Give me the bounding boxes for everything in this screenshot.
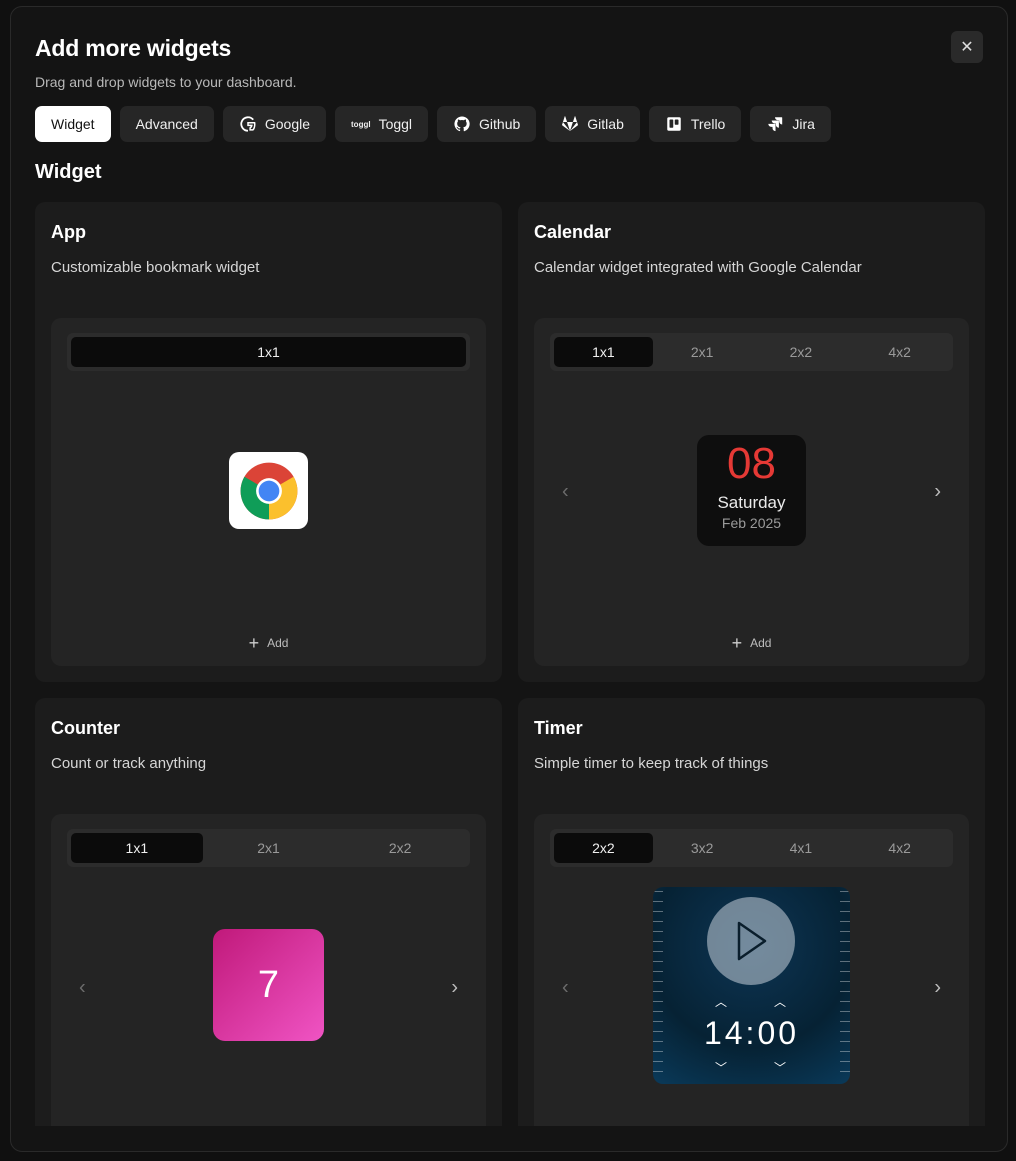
jira-icon: [768, 117, 783, 132]
tab-github[interactable]: Github: [437, 106, 537, 142]
chevron-left-icon[interactable]: ‹: [562, 977, 569, 1000]
size-selector: 1x1: [67, 333, 470, 371]
plus-icon: +: [248, 633, 260, 653]
size-option-1x1[interactable]: 1x1: [554, 337, 653, 367]
widget-grid: App Customizable bookmark widget 1x1 + A…: [35, 202, 985, 1126]
timer-preview: ︿ ︿ 14:00 ﹀ ﹀: [653, 887, 850, 1084]
size-option-2x2[interactable]: 2x2: [752, 337, 851, 367]
play-button[interactable]: [707, 897, 795, 985]
tab-label: Jira: [792, 116, 815, 132]
tab-jira[interactable]: Jira: [750, 106, 831, 142]
tab-advanced[interactable]: Advanced: [119, 106, 214, 142]
chrome-app-icon: [229, 452, 308, 529]
modal-title: Add more widgets: [35, 35, 232, 61]
widget-preview: 1x1 2x1 2x2 ‹ 7 ›: [51, 814, 486, 1126]
size-option-2x2[interactable]: 2x2: [334, 833, 466, 863]
card-description: Simple timer to keep track of things: [534, 755, 769, 772]
tab-label: Github: [479, 116, 521, 132]
trello-icon: [667, 117, 681, 131]
chevron-right-icon[interactable]: ›: [934, 481, 941, 504]
size-selector: 2x2 3x2 4x1 4x2: [550, 829, 953, 867]
card-description: Calendar widget integrated with Google C…: [534, 259, 862, 276]
counter-value: 7: [257, 963, 280, 1006]
tab-label: Widget: [51, 116, 95, 132]
size-option-4x1[interactable]: 4x1: [752, 833, 851, 863]
counter-preview: 7: [213, 929, 324, 1041]
tab-label: Google: [264, 116, 311, 132]
gitlab-icon: [562, 116, 579, 132]
tab-label: Advanced: [135, 116, 198, 132]
tab-widget[interactable]: Widget: [35, 106, 111, 142]
card-title: App: [51, 222, 86, 242]
tab-label: Gitlab: [587, 116, 624, 132]
calendar-month: Feb 2025: [721, 515, 782, 531]
chevron-down-icon[interactable]: ﹀: [715, 1059, 727, 1076]
tab-trello[interactable]: Trello: [648, 106, 742, 142]
toggl-icon: toggl: [351, 119, 371, 129]
calendar-preview: 08 Saturday Feb 2025: [697, 435, 806, 546]
chevron-up-icon[interactable]: ︿: [715, 993, 727, 1010]
add-button[interactable]: + Add: [534, 634, 969, 652]
card-description: Count or track anything: [51, 755, 207, 772]
widget-preview: 2x2 3x2 4x1 4x2 ‹ ︿ ︿ 14:00 ﹀ ﹀ ›: [534, 814, 969, 1126]
plus-icon: +: [731, 633, 743, 653]
tab-gitlab[interactable]: Gitlab: [545, 106, 640, 142]
size-option-4x2[interactable]: 4x2: [850, 337, 949, 367]
size-option-1x1[interactable]: 1x1: [71, 337, 466, 367]
tab-label: Trello: [690, 116, 726, 132]
add-label: Add: [267, 636, 289, 650]
play-icon: [737, 921, 767, 961]
chevron-right-icon[interactable]: ›: [934, 977, 941, 1000]
timer-display: 14:00: [703, 1015, 800, 1051]
chevron-up-icon[interactable]: ︿: [774, 993, 786, 1010]
add-widgets-modal: Add more widgets Drag and drop widgets t…: [10, 6, 1008, 1152]
widget-card-timer[interactable]: Timer Simple timer to keep track of thin…: [518, 698, 985, 1126]
card-title: Counter: [51, 718, 120, 738]
category-tabs: Widget Advanced Google toggl Toggl Githu…: [35, 106, 831, 142]
chevron-down-icon[interactable]: ﹀: [774, 1059, 786, 1076]
calendar-day: 08: [727, 439, 776, 488]
size-option-2x1[interactable]: 2x1: [653, 337, 752, 367]
chevron-left-icon[interactable]: ‹: [79, 977, 86, 1000]
size-selector: 1x1 2x1 2x2: [67, 829, 470, 867]
card-title: Calendar: [534, 222, 612, 242]
close-icon: ✕: [960, 39, 974, 56]
tab-google[interactable]: Google: [222, 106, 327, 142]
widget-preview: 1x1 2x1 2x2 4x2 ‹ 08 Saturday Feb 2025 ›…: [534, 318, 969, 666]
tab-toggl[interactable]: toggl Toggl: [335, 106, 429, 142]
chevron-right-icon[interactable]: ›: [451, 977, 458, 1000]
widget-card-calendar[interactable]: Calendar Calendar widget integrated with…: [518, 202, 985, 682]
widget-card-app[interactable]: App Customizable bookmark widget 1x1 + A…: [35, 202, 502, 682]
widget-preview: 1x1 + Add: [51, 318, 486, 666]
chevron-left-icon[interactable]: ‹: [562, 481, 569, 504]
size-option-3x2[interactable]: 3x2: [653, 833, 752, 863]
size-option-2x1[interactable]: 2x1: [203, 833, 335, 863]
modal-subtitle: Drag and drop widgets to your dashboard.: [35, 74, 297, 90]
card-title: Timer: [534, 718, 583, 738]
card-description: Customizable bookmark widget: [51, 259, 260, 276]
calendar-weekday: Saturday: [717, 493, 786, 512]
github-icon: [454, 116, 470, 132]
timer-minutes: 14: [703, 1015, 746, 1051]
close-button[interactable]: ✕: [951, 31, 983, 63]
size-selector: 1x1 2x1 2x2 4x2: [550, 333, 953, 371]
section-title: Widget: [35, 161, 102, 183]
modal-header: Add more widgets Drag and drop widgets t…: [35, 35, 297, 90]
add-button[interactable]: + Add: [51, 634, 486, 652]
add-label: Add: [750, 636, 772, 650]
timer-seconds: 00: [757, 1015, 800, 1051]
size-option-2x2[interactable]: 2x2: [554, 833, 653, 863]
google-icon: [240, 116, 256, 132]
size-option-1x1[interactable]: 1x1: [71, 833, 203, 863]
widget-card-counter[interactable]: Counter Count or track anything 1x1 2x1 …: [35, 698, 502, 1126]
size-option-4x2[interactable]: 4x2: [850, 833, 949, 863]
tab-label: Toggl: [378, 116, 413, 132]
